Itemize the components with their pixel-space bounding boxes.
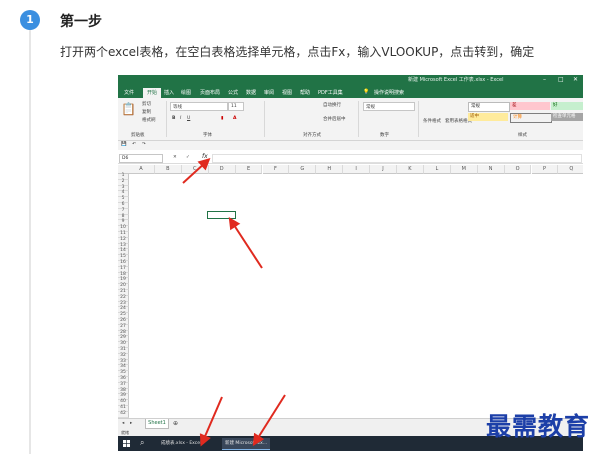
taskbar-item-new-workbook[interactable]: 新建 Microsoft Ex...	[222, 438, 271, 450]
format-painter-button[interactable]: 格式刷	[142, 117, 156, 123]
formula-bar: D6 ✕ ✓ fx	[118, 153, 583, 164]
tab-file[interactable]: 文件	[124, 89, 134, 96]
windows-start-icon[interactable]	[123, 440, 130, 447]
number-group-label: 数字	[380, 133, 389, 138]
column-header[interactable]: Q	[558, 165, 583, 174]
enter-icon[interactable]: ✓	[186, 155, 190, 160]
style-normal[interactable]: 常规	[468, 102, 510, 112]
number-format-value: 常规	[366, 105, 375, 110]
tab-pdf-tools[interactable]: PDF工具集	[318, 89, 343, 96]
separator	[358, 101, 359, 137]
alignment-group-label: 对齐方式	[303, 133, 321, 138]
column-header[interactable]: E	[235, 165, 263, 174]
quick-access-toolbar: 💾 ↶ ↷	[118, 141, 583, 150]
clipboard-group-label: 剪贴板	[131, 133, 145, 138]
number-format-select[interactable]: 常规	[363, 102, 415, 111]
separator	[418, 101, 419, 137]
ribbon-home: 📋 剪切 复制 格式刷 剪贴板 等线 11 B I U ▮ A 字体 自动换行 …	[118, 98, 583, 141]
taskbar-item-grades[interactable]: 成绩表.xlsx - Excel	[158, 438, 204, 449]
column-header[interactable]: O	[504, 165, 532, 174]
separator	[166, 101, 167, 137]
column-header[interactable]: G	[289, 165, 317, 174]
font-group-label: 字体	[203, 133, 212, 138]
column-header[interactable]: C	[181, 165, 209, 174]
style-bad[interactable]: 差	[510, 102, 550, 110]
tab-data[interactable]: 数据	[246, 89, 256, 96]
font-size-select[interactable]: 11	[228, 102, 244, 111]
tab-insert[interactable]: 插入	[164, 89, 174, 96]
underline-icon[interactable]: U	[187, 116, 190, 121]
column-header[interactable]: P	[531, 165, 559, 174]
selected-cell-d6[interactable]	[207, 211, 236, 219]
formula-input[interactable]	[212, 154, 582, 163]
save-icon[interactable]: 💾	[121, 142, 127, 147]
minimize-icon[interactable]: –	[543, 76, 546, 83]
tell-me-search[interactable]: 操作说明搜索	[374, 89, 404, 96]
font-color-icon[interactable]: A	[233, 116, 236, 121]
column-header[interactable]: K	[397, 165, 424, 174]
sheet-tab-sheet1[interactable]: Sheet1	[145, 419, 169, 429]
tab-formulas[interactable]: 公式	[228, 89, 238, 96]
style-good[interactable]: 好	[551, 102, 583, 110]
merge-center-button[interactable]: 合并后居中	[323, 116, 346, 122]
column-header[interactable]: L	[423, 165, 451, 174]
undo-icon[interactable]: ↶	[132, 142, 136, 147]
redo-icon[interactable]: ↷	[142, 142, 146, 147]
close-icon[interactable]: ✕	[573, 76, 578, 83]
paste-icon[interactable]: 📋	[121, 102, 136, 116]
separator	[264, 101, 265, 137]
insert-function-button[interactable]: fx	[202, 153, 208, 160]
column-header[interactable]: H	[316, 165, 344, 174]
copy-button[interactable]: 复制	[142, 109, 151, 115]
search-icon[interactable]: ⌕	[140, 438, 144, 448]
wrap-text-button[interactable]: 自动换行	[323, 102, 341, 108]
ribbon-tabs: 文件 开始 插入 绘图 页面布局 公式 数据 审阅 视图 帮助 PDF工具集 💡…	[118, 87, 583, 98]
tab-draw[interactable]: 绘图	[181, 89, 191, 96]
scroll-left-icon[interactable]: ◂	[122, 421, 124, 426]
tab-review[interactable]: 审阅	[264, 89, 274, 96]
styles-group-label: 样式	[518, 133, 527, 138]
lightbulb-icon: 💡	[363, 89, 370, 95]
step-description: 打开两个excel表格，在空白表格选择单元格，点击Fx，输入VLOOKUP，点击…	[60, 45, 535, 59]
italic-icon[interactable]: I	[180, 116, 181, 121]
cut-button[interactable]: 剪切	[142, 101, 151, 107]
tab-home[interactable]: 开始	[143, 88, 162, 98]
font-size-value: 11	[231, 104, 237, 109]
scroll-right-icon[interactable]: ▸	[130, 421, 132, 426]
step-number-badge: 1	[20, 10, 40, 30]
tab-help[interactable]: 帮助	[300, 89, 310, 96]
step-rail	[29, 26, 31, 454]
style-calc[interactable]: 计算	[510, 113, 552, 123]
column-header[interactable]: D	[208, 165, 236, 174]
font-name-value: 等线	[173, 105, 182, 110]
maximize-icon[interactable]: □	[558, 76, 564, 83]
style-check[interactable]: 检查单元格	[551, 113, 583, 121]
column-header[interactable]: I	[343, 165, 371, 174]
column-header[interactable]: J	[370, 165, 397, 174]
excel-title-bar: 新建 Microsoft Excel 工作表.xlsx - Excel – □ …	[118, 75, 583, 87]
worksheet-grid[interactable]: A B C D E F G H I J K L M N O P Q 1 2 3 4 5 6 7 8 9 10 11 12 13 14 15 16…	[118, 165, 583, 418]
bold-icon[interactable]: B	[172, 116, 175, 121]
column-header[interactable]: M	[450, 165, 478, 174]
watermark-logo: 最需教育	[486, 412, 591, 441]
step-title: 第一步	[60, 14, 102, 30]
tab-page-layout[interactable]: 页面布局	[200, 89, 220, 96]
style-neutral[interactable]: 适中	[468, 113, 508, 121]
add-sheet-icon[interactable]: ⊕	[173, 420, 178, 427]
tab-view[interactable]: 视图	[282, 89, 292, 96]
column-header[interactable]: B	[154, 165, 182, 174]
column-header[interactable]: F	[262, 165, 290, 174]
row-header[interactable]: 42	[118, 411, 129, 418]
column-header[interactable]: A	[128, 165, 155, 174]
highlight-icon[interactable]: ▮	[221, 116, 223, 121]
conditional-format-button[interactable]: 条件格式	[423, 118, 441, 124]
font-name-select[interactable]: 等线	[170, 102, 228, 111]
window-title: 新建 Microsoft Excel 工作表.xlsx - Excel	[408, 77, 504, 83]
column-header[interactable]: N	[477, 165, 505, 174]
excel-screenshot: 新建 Microsoft Excel 工作表.xlsx - Excel – □ …	[118, 75, 583, 451]
name-box[interactable]: D6	[119, 154, 163, 163]
cancel-icon[interactable]: ✕	[173, 155, 177, 160]
